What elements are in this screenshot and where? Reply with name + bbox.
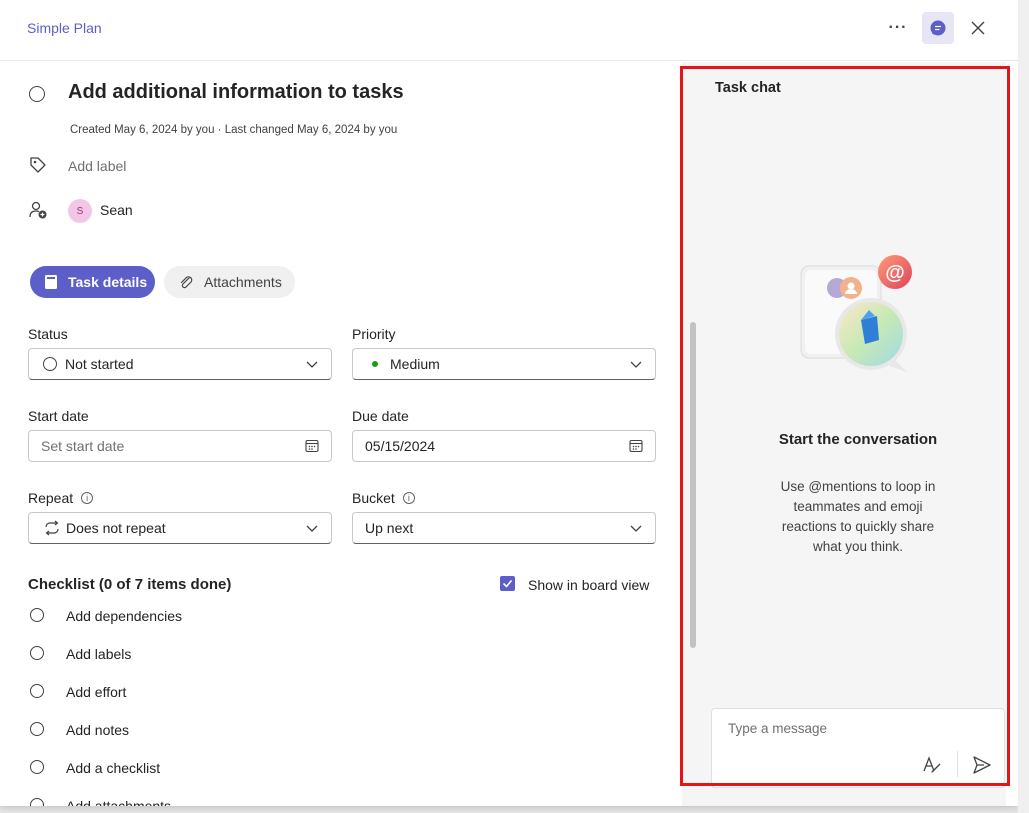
priority-value: Medium: [390, 356, 440, 372]
message-compose-box[interactable]: Type a message: [711, 708, 1005, 788]
notebook-icon: [45, 275, 57, 289]
chevron-down-icon: [306, 361, 318, 368]
info-icon[interactable]: i: [402, 492, 415, 504]
chevron-down-icon: [630, 525, 642, 532]
task-title[interactable]: Add additional information to tasks: [68, 81, 404, 104]
dialog-header: Simple Plan ···: [0, 0, 1018, 61]
format-text-icon[interactable]: [922, 755, 942, 775]
checklist-item-text[interactable]: Add labels: [66, 646, 131, 662]
checklist-item: Add a checklist: [0, 756, 600, 780]
close-button[interactable]: [962, 12, 994, 44]
checklist-item: Add effort: [0, 680, 600, 704]
assign-person-icon: [29, 201, 47, 219]
checklist-item: Add dependencies: [0, 604, 600, 628]
show-in-board-label[interactable]: Show in board view: [528, 577, 649, 593]
chevron-down-icon: [630, 361, 642, 368]
not-started-icon: [43, 357, 57, 371]
chevron-down-icon: [306, 525, 318, 532]
tag-icon: [30, 157, 46, 173]
divider: [957, 751, 958, 777]
checklist-item-text[interactable]: Add effort: [66, 684, 126, 700]
start-date-input[interactable]: Set start date: [28, 430, 332, 462]
tab-label: Task details: [68, 274, 148, 290]
chat-title: Task chat: [715, 80, 781, 96]
checklist-item: Add labels: [0, 642, 600, 666]
paperclip-icon: [180, 276, 193, 289]
due-date-input[interactable]: 05/15/2024: [352, 430, 656, 462]
checklist-item-text[interactable]: Add dependencies: [66, 608, 182, 624]
background-strip: [1018, 0, 1029, 813]
checklist-item-text[interactable]: Add attachments: [66, 798, 171, 806]
scrollbar-thumb[interactable]: [690, 322, 696, 648]
more-options-button[interactable]: ···: [882, 12, 914, 44]
more-icon: ···: [888, 19, 908, 36]
send-icon[interactable]: [972, 755, 992, 775]
task-meta-info: Created May 6, 2024 by you · Last change…: [70, 124, 398, 136]
due-date-value: 05/15/2024: [365, 438, 436, 454]
checklist-title: Checklist (0 of 7 items done): [28, 576, 232, 593]
calendar-icon[interactable]: [305, 439, 319, 453]
repeat-label: Repeat i: [28, 490, 94, 506]
start-date-label-text: Start date: [28, 408, 89, 424]
priority-dropdown[interactable]: Medium: [352, 348, 656, 380]
chat-empty-heading: Start the conversation: [778, 431, 938, 448]
avatar[interactable]: S: [68, 199, 92, 223]
bucket-dropdown[interactable]: Up next: [352, 512, 656, 544]
task-complete-checkbox[interactable]: [29, 86, 45, 102]
checkmark-icon: [502, 579, 513, 588]
checklist-item-checkbox[interactable]: [30, 760, 44, 774]
due-date-label-text: Due date: [352, 408, 409, 424]
checklist-item: Add attachments: [0, 794, 600, 806]
priority-medium-icon: [372, 361, 378, 367]
checklist-item-checkbox[interactable]: [30, 722, 44, 736]
priority-label: Priority: [352, 326, 396, 342]
avatar-initial: S: [76, 205, 84, 217]
bucket-value: Up next: [365, 520, 414, 536]
tab-label: Attachments: [204, 274, 282, 290]
checklist-item: Add notes: [0, 718, 600, 742]
task-dialog: Simple Plan ··· Add additional informati…: [0, 0, 1018, 806]
message-input[interactable]: Type a message: [728, 721, 827, 736]
checklist-item-checkbox[interactable]: [30, 798, 44, 806]
add-label-button[interactable]: Add label: [68, 158, 126, 174]
start-date-label: Start date: [28, 408, 89, 424]
repeat-value: Does not repeat: [66, 520, 166, 536]
status-label-text: Status: [28, 326, 68, 342]
assignee-name: Sean: [100, 202, 133, 218]
bucket-label-text: Bucket: [352, 490, 395, 506]
checklist-item-text[interactable]: Add a checklist: [66, 760, 160, 776]
status-dropdown[interactable]: Not started: [28, 348, 332, 380]
plan-name-link[interactable]: Simple Plan: [27, 20, 102, 36]
info-icon[interactable]: i: [81, 492, 94, 504]
due-date-label: Due date: [352, 408, 409, 424]
chat-icon: [930, 20, 946, 36]
repeat-icon: [45, 520, 59, 536]
chat-illustration: @: [800, 255, 912, 372]
start-date-placeholder: Set start date: [41, 438, 125, 454]
tab-attachments[interactable]: Attachments: [164, 266, 295, 298]
repeat-label-text: Repeat: [28, 490, 74, 506]
checklist-item-checkbox[interactable]: [30, 608, 44, 622]
close-icon: [971, 21, 985, 35]
checklist-item-checkbox[interactable]: [30, 684, 44, 698]
status-value: Not started: [65, 356, 134, 372]
bucket-label: Bucket i: [352, 490, 415, 506]
repeat-dropdown[interactable]: Does not repeat: [28, 512, 332, 544]
checklist-item-text[interactable]: Add notes: [66, 722, 129, 738]
task-chat-toggle-button[interactable]: [922, 12, 954, 44]
calendar-icon[interactable]: [629, 439, 643, 453]
status-label: Status: [28, 326, 68, 342]
svg-text:@: @: [885, 262, 905, 284]
checklist-item-checkbox[interactable]: [30, 646, 44, 660]
priority-label-text: Priority: [352, 326, 396, 342]
show-in-board-checkbox[interactable]: [500, 576, 515, 591]
tab-task-details[interactable]: Task details: [30, 266, 155, 298]
chat-empty-description: Use @mentions to loop in teammates and e…: [780, 479, 936, 554]
